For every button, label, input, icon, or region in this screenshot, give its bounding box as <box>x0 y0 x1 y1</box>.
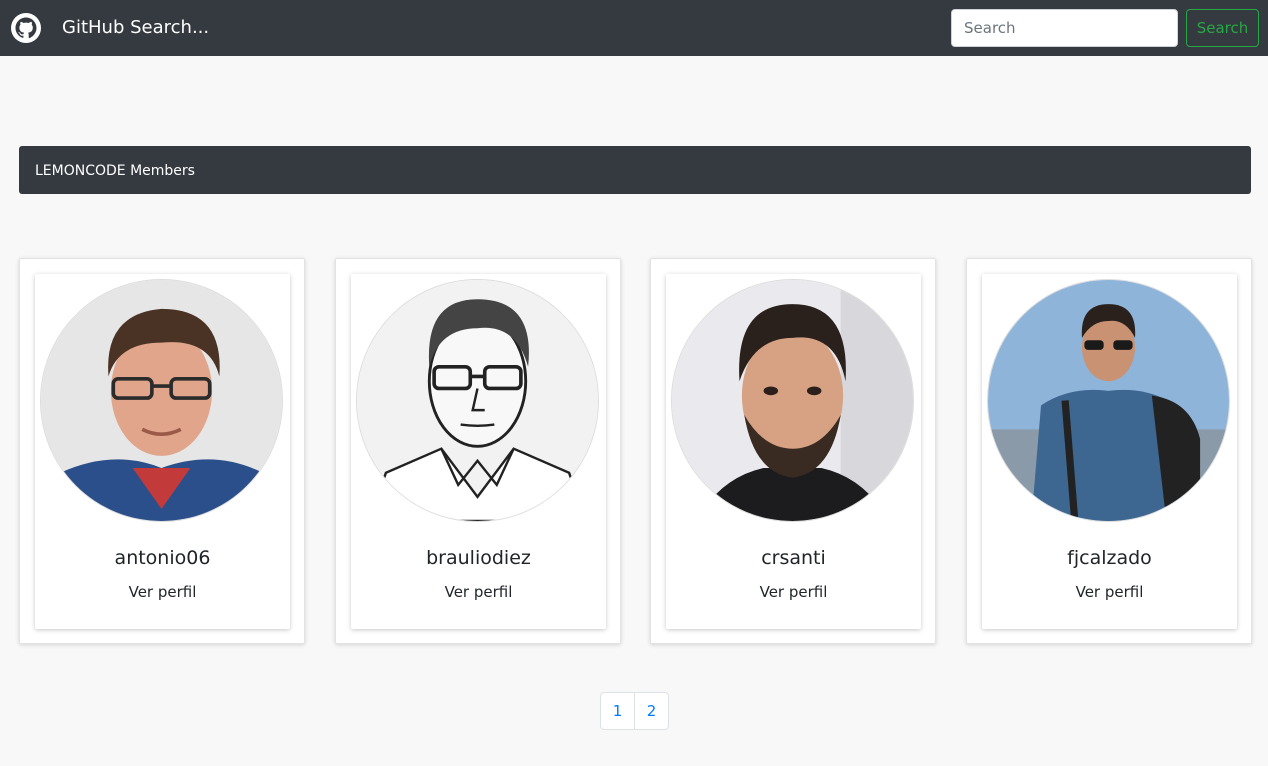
search-input[interactable] <box>951 9 1178 47</box>
avatar <box>356 279 599 522</box>
member-login: crsanti <box>761 547 826 569</box>
member-card: crsanti Ver perfil <box>650 258 936 644</box>
view-profile-link[interactable]: Ver perfil <box>351 582 606 602</box>
page-1-button[interactable]: 1 <box>600 692 635 730</box>
member-login: antonio06 <box>114 547 211 569</box>
view-profile-link[interactable]: Ver perfil <box>35 582 290 602</box>
member-login: brauliodiez <box>426 547 531 569</box>
member-card-inner: antonio06 Ver perfil <box>35 274 290 629</box>
view-profile-link[interactable]: Ver perfil <box>982 582 1237 602</box>
avatar <box>671 279 914 522</box>
avatar <box>40 279 283 522</box>
pagination: 1 2 <box>600 692 669 730</box>
top-navbar: GitHub Search... Search <box>0 0 1268 56</box>
page-2-button[interactable]: 2 <box>634 692 669 730</box>
member-card: antonio06 Ver perfil <box>19 258 305 644</box>
github-icon[interactable] <box>10 12 42 44</box>
member-card-inner: crsanti Ver perfil <box>666 274 921 629</box>
view-profile-link[interactable]: Ver perfil <box>666 582 921 602</box>
section-title: LEMONCODE Members <box>35 163 195 179</box>
member-login: fjcalzado <box>1067 547 1152 569</box>
search-button[interactable]: Search <box>1186 9 1259 47</box>
section-header: LEMONCODE Members <box>19 146 1251 194</box>
avatar <box>987 279 1230 522</box>
member-card: brauliodiez Ver perfil <box>335 258 621 644</box>
member-card: fjcalzado Ver perfil <box>966 258 1252 644</box>
app-title: GitHub Search... <box>62 17 210 38</box>
member-card-inner: fjcalzado Ver perfil <box>982 274 1237 629</box>
member-card-inner: brauliodiez Ver perfil <box>351 274 606 629</box>
